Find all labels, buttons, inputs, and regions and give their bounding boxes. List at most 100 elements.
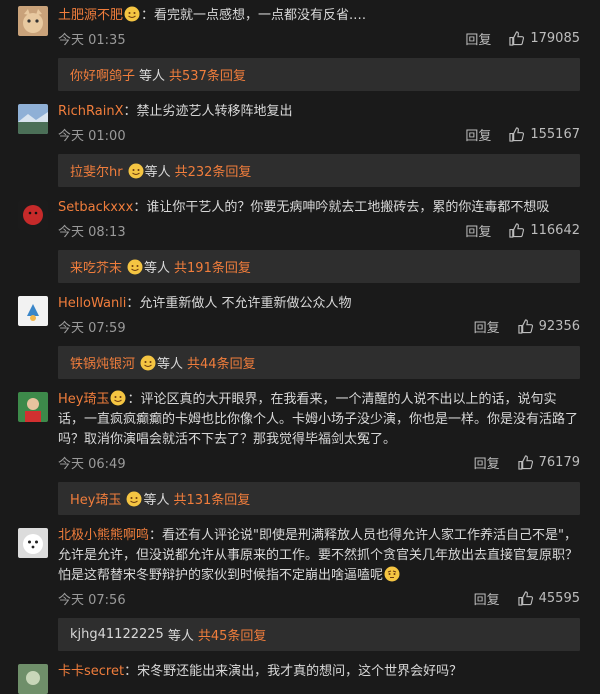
comment-meta: 今天 01:35 回复 179085 — [58, 26, 580, 50]
comment-meta: 今天 06:49 回复 76179 — [58, 450, 580, 474]
reply-count[interactable]: 共45条回复 — [198, 625, 267, 644]
comment-username[interactable]: HelloWanli — [58, 296, 126, 311]
comment-item: HelloWanli：允许重新做人 不允许重新做公众人物 今天 07:59 回复… — [0, 292, 600, 338]
reply-summary[interactable]: kjhg41122225 等人 共45条回复 — [58, 618, 580, 651]
comment-item: Hey琦玉 ：评论区真的大开眼界，在我看来，一个清醒的人说不出以上的话，说句实话，… — [0, 388, 600, 474]
face-emoji-icon — [124, 6, 140, 22]
avatar[interactable] — [18, 528, 48, 558]
reply-summary[interactable]: 你好啊鸽子 等人 共537条回复 — [58, 58, 580, 91]
face-emoji-icon — [128, 163, 144, 179]
like-count: 179085 — [530, 30, 580, 46]
like-button[interactable]: 92356 — [518, 319, 580, 334]
comment-text: 禁止劣迹艺人转移阵地复出 — [136, 104, 293, 119]
thumbs-up-icon — [518, 590, 533, 606]
comment-time: 今天 06:49 — [58, 456, 126, 472]
comment-time: 今天 07:59 — [58, 320, 126, 336]
reply-username[interactable]: 铁锅炖银河 — [70, 353, 135, 372]
avatar[interactable] — [18, 296, 48, 326]
reply-username[interactable]: Hey琦玉 — [70, 489, 121, 508]
reply-username[interactable]: kjhg41122225 — [70, 627, 164, 642]
like-button[interactable]: 179085 — [509, 31, 580, 46]
avatar[interactable] — [18, 200, 48, 230]
thinking-emoji-icon — [384, 566, 400, 582]
comment-text: 谁让你干艺人的？你要无病呻吟就去工地搬砖去，累的你连毒都不想吸 — [146, 200, 550, 215]
comment-feed: 土肥源不肥 ：看完就一点感想，一点都没有反省.… 今天 01:35 回复 1790… — [0, 0, 600, 694]
reply-count[interactable]: 共232条回复 — [175, 161, 252, 180]
comment-text: 看完就一点感想，一点都没有反省.… — [154, 8, 367, 23]
thumbs-up-icon — [509, 126, 525, 142]
face-emoji-icon — [140, 355, 156, 371]
like-count: 116642 — [530, 222, 580, 238]
comment-time: 今天 07:56 — [58, 592, 126, 608]
reply-button[interactable]: 回复 — [465, 221, 491, 240]
etc-label: 等人 — [143, 493, 170, 508]
reply-count[interactable]: 共537条回复 — [169, 65, 246, 84]
like-button[interactable]: 155167 — [509, 127, 580, 142]
like-count: 76179 — [538, 454, 580, 470]
comment-meta: 今天 07:59 回复 92356 — [58, 314, 580, 338]
like-button[interactable]: 116642 — [509, 223, 580, 238]
face-emoji-icon — [110, 390, 126, 406]
etc-label: 等人 — [144, 261, 171, 276]
comment-time: 今天 01:35 — [58, 32, 126, 48]
reply-count[interactable]: 共44条回复 — [187, 353, 256, 372]
reply-username[interactable]: 拉斐尔hr — [70, 161, 123, 180]
reply-summary[interactable]: 来吃芥末 等人 共191条回复 — [58, 250, 580, 283]
comment-body: 北极小熊熊啊鸣：看还有人评论说"即使是刑满释放人员也得允许人家工作养活自己不是"… — [58, 528, 579, 583]
like-count: 92356 — [538, 318, 580, 334]
comment-meta: 今天 07:56 回复 45595 — [58, 586, 580, 610]
like-count: 155167 — [530, 126, 580, 142]
comment-body: Setbackxxx：谁让你干艺人的？你要无病呻吟就去工地搬砖去，累的你连毒都不… — [58, 200, 550, 215]
avatar[interactable] — [18, 392, 48, 422]
comment-body: RichRainX：禁止劣迹艺人转移阵地复出 — [58, 104, 293, 119]
comment-username[interactable]: 北极小熊熊啊鸣 — [58, 528, 149, 543]
face-emoji-icon — [127, 259, 143, 275]
etc-label: 等人 — [167, 629, 194, 644]
reply-count[interactable]: 共191条回复 — [174, 257, 251, 276]
thumbs-up-icon — [518, 318, 533, 334]
comment-username[interactable]: RichRainX — [58, 104, 124, 119]
comment-username[interactable]: 土肥源不肥 — [58, 8, 123, 23]
comment-body: Hey琦玉 ：评论区真的大开眼界，在我看来，一个清醒的人说不出以上的话，说句实话，… — [58, 390, 579, 447]
thumbs-up-icon — [509, 30, 525, 46]
comment-username[interactable]: Setbackxxx — [58, 200, 133, 215]
comment-username[interactable]: Hey琦玉 — [58, 392, 109, 407]
reply-button[interactable]: 回复 — [474, 317, 500, 336]
reply-summary[interactable]: Hey琦玉 等人 共131条回复 — [58, 482, 580, 515]
comment-meta: 今天 01:00 回复 155167 — [58, 122, 580, 146]
reply-button[interactable]: 回复 — [465, 125, 491, 144]
comment-meta: 今天 08:13 回复 116642 — [58, 218, 580, 242]
comment-item: 卡卡secret：宋冬野还能出来演出，我才真的想问，这个世界会好吗？ — [0, 660, 600, 694]
face-emoji-icon — [126, 491, 142, 507]
avatar[interactable] — [18, 6, 48, 36]
comment-body: HelloWanli：允许重新做人 不允许重新做公众人物 — [58, 296, 352, 311]
reply-summary[interactable]: 铁锅炖银河 等人 共44条回复 — [58, 346, 580, 379]
reply-button[interactable]: 回复 — [474, 453, 500, 472]
comment-item: 北极小熊熊啊鸣：看还有人评论说"即使是刑满释放人员也得允许人家工作养活自己不是"… — [0, 524, 600, 610]
avatar[interactable] — [18, 664, 48, 694]
comment-item: RichRainX：禁止劣迹艺人转移阵地复出 今天 01:00 回复 15516… — [0, 100, 600, 146]
reply-summary[interactable]: 拉斐尔hr 等人 共232条回复 — [58, 154, 580, 187]
reply-count[interactable]: 共131条回复 — [173, 489, 250, 508]
comment-item: Setbackxxx：谁让你干艺人的？你要无病呻吟就去工地搬砖去，累的你连毒都不… — [0, 196, 600, 242]
reply-button[interactable]: 回复 — [474, 589, 500, 608]
like-button[interactable]: 76179 — [518, 455, 580, 470]
like-button[interactable]: 45595 — [518, 591, 580, 606]
etc-label: 等人 — [144, 165, 171, 180]
comment-body: 土肥源不肥 ：看完就一点感想，一点都没有反省.… — [58, 6, 367, 23]
comment-text: 宋冬野还能出来演出，我才真的想问，这个世界会好吗？ — [137, 664, 463, 679]
comment-username[interactable]: 卡卡secret — [58, 664, 124, 679]
avatar[interactable] — [18, 104, 48, 134]
like-count: 45595 — [538, 590, 580, 606]
comment-time: 今天 08:13 — [58, 224, 126, 240]
etc-label: 等人 — [139, 69, 166, 84]
reply-button[interactable]: 回复 — [465, 29, 491, 48]
comment-item: 土肥源不肥 ：看完就一点感想，一点都没有反省.… 今天 01:35 回复 1790… — [0, 0, 600, 50]
etc-label: 等人 — [157, 357, 184, 372]
thumbs-up-icon — [509, 222, 525, 238]
reply-username[interactable]: 你好啊鸽子 — [70, 65, 135, 84]
thumbs-up-icon — [518, 454, 533, 470]
comment-time: 今天 01:00 — [58, 128, 126, 144]
reply-username[interactable]: 来吃芥末 — [70, 257, 122, 276]
comment-text: 允许重新做人 不允许重新做公众人物 — [139, 296, 352, 311]
